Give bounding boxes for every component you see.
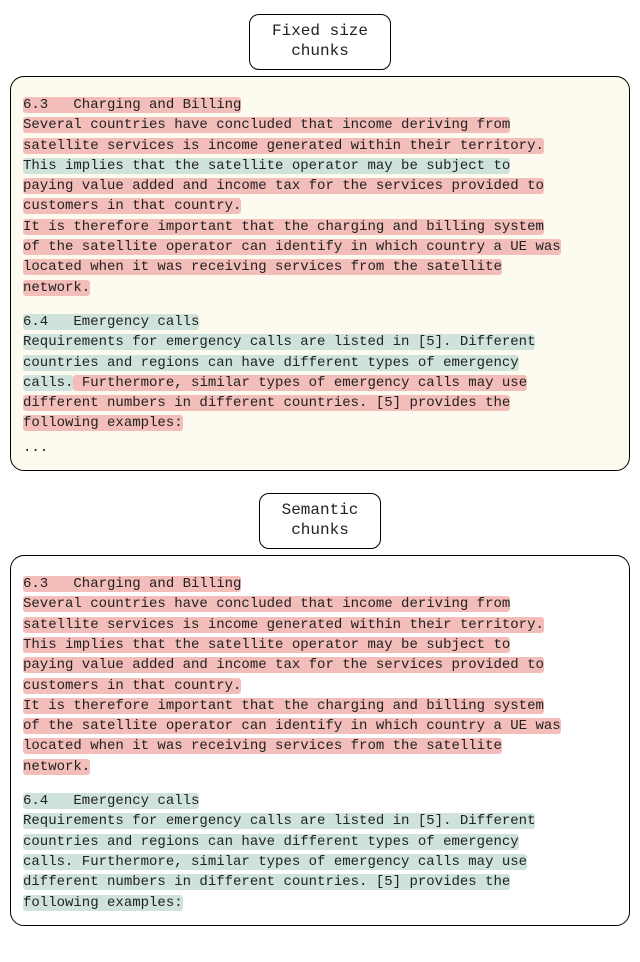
text-line: different numbers in different countries…: [23, 874, 510, 890]
text-line: It is therefore important that the charg…: [23, 219, 544, 235]
text-line: countries and regions can have different…: [23, 355, 519, 371]
panel-fixed-content: 6.3 Charging and Billing Several countri…: [23, 95, 617, 458]
text-line: It is therefore important that the charg…: [23, 698, 544, 714]
sec-63-title: 6.3 Charging and Billing: [23, 576, 241, 592]
text-line: customers in that country.: [23, 198, 241, 214]
label-semantic-wrap: Semantic chunks: [10, 493, 630, 549]
text-line: countries and regions can have different…: [23, 834, 519, 850]
label-semantic: Semantic chunks: [259, 493, 382, 549]
label-semantic-line1: Semantic: [282, 501, 359, 519]
text-line: different numbers in different countries…: [23, 395, 510, 411]
sec-63-title: 6.3 Charging and Billing: [23, 97, 241, 113]
text-line: of the satellite operator can identify i…: [23, 718, 561, 734]
label-fixed-wrap: Fixed size chunks: [10, 14, 630, 70]
text-line: calls. Furthermore, similar types of eme…: [23, 854, 527, 870]
label-fixed-line2: chunks: [291, 42, 349, 60]
text-line: network.: [23, 280, 90, 296]
text-line: located when it was receiving services f…: [23, 259, 502, 275]
text-line: of the satellite operator can identify i…: [23, 239, 561, 255]
text-line: satellite services is income generated w…: [23, 617, 544, 633]
text-line: Several countries have concluded that in…: [23, 596, 510, 612]
text-line: following examples:: [23, 415, 183, 431]
panel-semantic: 6.3 Charging and Billing Several countri…: [10, 555, 630, 926]
text-line: Furthermore, similar types of emergency …: [73, 375, 527, 391]
text-line: Several countries have concluded that in…: [23, 117, 510, 133]
text-line: Requirements for emergency calls are lis…: [23, 334, 535, 350]
text-line: This implies that the satellite operator…: [23, 158, 510, 174]
panel-fixed: 6.3 Charging and Billing Several countri…: [10, 76, 630, 471]
label-semantic-line2: chunks: [291, 521, 349, 539]
ellipsis: ...: [23, 438, 617, 458]
text-line: satellite services is income generated w…: [23, 138, 544, 154]
text-line: paying value added and income tax for th…: [23, 657, 544, 673]
label-fixed: Fixed size chunks: [249, 14, 391, 70]
text-line: located when it was receiving services f…: [23, 738, 502, 754]
text-line: following examples:: [23, 895, 183, 911]
text-line: calls.: [23, 375, 73, 391]
text-line: network.: [23, 759, 90, 775]
text-line: customers in that country.: [23, 678, 241, 694]
sec-64-title: 6.4 Emergency calls: [23, 793, 199, 809]
text-line: paying value added and income tax for th…: [23, 178, 544, 194]
sec-64-title: 6.4 Emergency calls: [23, 314, 199, 330]
panel-semantic-content: 6.3 Charging and Billing Several countri…: [23, 574, 617, 913]
text-line: Requirements for emergency calls are lis…: [23, 813, 535, 829]
label-fixed-line1: Fixed size: [272, 22, 368, 40]
text-line: This implies that the satellite operator…: [23, 637, 510, 653]
